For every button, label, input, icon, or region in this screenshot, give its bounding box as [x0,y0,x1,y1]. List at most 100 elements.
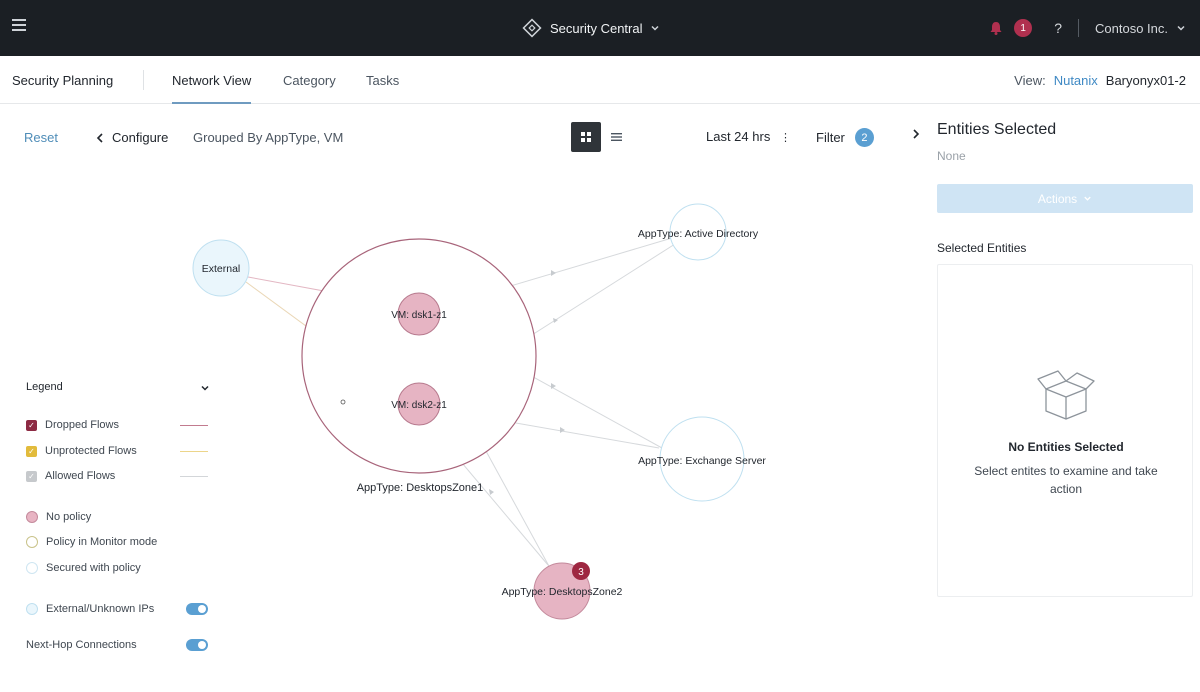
selection-value: None [937,149,966,163]
external-swatch-icon [26,603,38,615]
active-directory-label: AppType: Active Directory [638,228,759,240]
nav-bar: Security Planning Network View Category … [0,56,1200,104]
flow-arrow [560,427,565,433]
filter-count-badge: 2 [854,128,874,147]
help-icon[interactable]: ? [1054,20,1062,36]
legend-line-swatch [180,424,208,426]
hamburger-menu-icon[interactable] [12,19,26,33]
chevron-down-icon [1177,25,1185,31]
secured-swatch-icon [26,562,38,574]
empty-state-subtitle: Select entites to examine and take actio… [974,464,1158,496]
divider [143,70,144,90]
checkbox-checked-icon[interactable]: ✓ [26,445,37,457]
no-policy-swatch-icon [26,511,38,523]
top-bar: Security Central 1 ? Contoso Inc. [0,0,1200,56]
grid-view-button[interactable] [571,122,601,152]
legend-external-ips: External/Unknown IPs [26,603,216,615]
next-hop-toggle[interactable] [186,639,208,651]
legend-no-policy: No policy [26,511,216,523]
empty-state-title: No Entities Selected [1008,440,1124,454]
chevron-right-icon[interactable] [912,129,920,139]
reset-button[interactable]: Reset [24,130,58,145]
configure-button[interactable]: Configure [96,130,168,145]
time-range-label: Last 24 hrs [706,129,771,144]
org-name: Contoso Inc. [1095,20,1168,36]
app-switcher[interactable]: Security Central [522,16,660,40]
external-ips-toggle[interactable] [186,603,208,615]
legend-header[interactable]: Legend [26,381,216,393]
notification-count-badge[interactable]: 1 [1014,19,1033,37]
chevron-down-icon [651,25,660,31]
actions-label: Actions [1037,191,1078,206]
monitor-mode-swatch-icon [26,536,38,548]
configure-label: Configure [112,130,169,145]
org-menu[interactable]: Contoso Inc. [1095,21,1186,36]
node-desktops-zone1[interactable]: AppType: DesktopsZone1 [301,238,537,494]
legend-dropped-flows[interactable]: ✓ Dropped Flows [26,419,216,431]
legend-label: Unprotected Flows [45,445,137,457]
legend-title: Legend [26,381,63,393]
zone2-count: 3 [578,567,584,578]
grid-icon [581,132,591,142]
entities-panel: Entities Selected None Actions Selected … [937,104,1193,692]
actions-button[interactable]: Actions [937,184,1193,213]
legend-unprotected-flows[interactable]: ✓ Unprotected Flows [26,445,216,457]
view-label: View: [1014,73,1046,88]
graph-toolbar: Reset Configure Grouped By AppType, VM L… [0,104,920,170]
legend-label: Secured with policy [46,562,141,574]
legend-monitor-mode: Policy in Monitor mode [26,536,216,548]
exchange-label: AppType: Exchange Server [638,455,766,467]
legend-line-swatch [180,475,208,477]
filter-label: Filter [816,130,845,145]
empty-state: No Entities Selected Select entites to e… [937,264,1193,597]
vm2-label: VM: dsk2-z1 [391,400,447,411]
node-active-directory[interactable]: AppType: Active Directory [638,203,759,261]
legend-next-hop: Next-Hop Connections [26,639,216,651]
filter-button[interactable]: Filter 2 [816,128,874,147]
chevron-down-icon [1084,196,1091,201]
time-range-selector[interactable]: Last 24 hrs ⋮ [706,129,791,144]
view-link-nutanix[interactable]: Nutanix [1054,73,1098,88]
chevron-left-icon [96,132,103,143]
selected-entities-title: Selected Entities [937,241,1027,255]
legend-line-swatch [180,450,208,452]
app-title: Security Central [550,20,643,36]
vm1-label: VM: dsk1-z1 [391,310,447,321]
panel-title: Entities Selected [937,121,1057,138]
list-icon [610,133,622,141]
legend-label: Allowed Flows [45,470,116,482]
chevron-down-icon [201,385,209,391]
legend-label: Policy in Monitor mode [46,536,158,548]
list-view-button[interactable] [601,122,631,152]
more-icon: ⋮ [779,132,791,144]
checkbox-checked-icon[interactable]: ✓ [26,470,37,482]
legend-label: External/Unknown IPs [46,603,155,615]
legend-secured: Secured with policy [26,562,216,574]
legend-label: Dropped Flows [45,419,119,431]
legend: Legend ✓ Dropped Flows ✓ Unprotected Flo… [26,381,216,651]
empty-box-icon [1037,370,1095,420]
view-toggle [571,122,631,152]
checkbox-checked-icon[interactable]: ✓ [26,419,37,431]
zone1-label: AppType: DesktopsZone1 [357,482,484,494]
legend-label: No policy [46,511,92,523]
tab-network-view[interactable]: Network View [172,73,252,104]
section-title[interactable]: Security Planning [12,73,113,88]
node-external[interactable]: External [192,239,250,297]
security-logo-icon [522,18,542,38]
flow-arrow [489,489,494,495]
legend-allowed-flows[interactable]: ✓ Allowed Flows [26,470,216,482]
flow-arrow [551,270,556,276]
view-selector: View: Nutanix Baryonyx01-2 [1014,73,1186,88]
tab-tasks[interactable]: Tasks [366,73,399,88]
tab-category[interactable]: Category [283,73,336,88]
divider [1078,19,1079,37]
grouped-by-text: Grouped By AppType, VM [193,130,344,145]
external-label: External [202,263,241,275]
view-cluster[interactable]: Baryonyx01-2 [1106,73,1186,88]
legend-label: Next-Hop Connections [26,639,137,651]
zone2-label: AppType: DesktopsZone2 [502,586,623,598]
bell-icon[interactable] [988,20,1004,36]
node-desktops-zone2[interactable]: AppType: DesktopsZone2 3 [502,562,623,620]
node-exchange-server[interactable]: AppType: Exchange Server [638,416,766,502]
